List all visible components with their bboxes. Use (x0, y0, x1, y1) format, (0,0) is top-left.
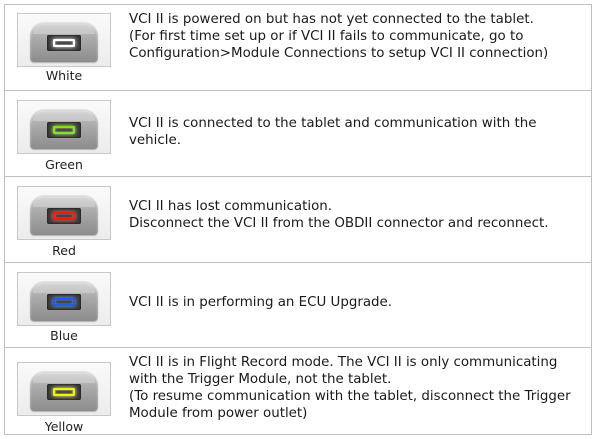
description-line: VCI II is in Flight Record mode. The VCI… (129, 355, 558, 370)
status-row-blue: Blue VCI II is in performing an ECU Upgr… (5, 263, 591, 348)
description-line: Module from power outlet) (129, 406, 308, 421)
description-line: vehicle. (129, 133, 181, 148)
led-indicator-yellow (53, 388, 75, 396)
led-window (47, 294, 81, 310)
vci-device-image-red (17, 186, 111, 240)
description-line: VCI II is connected to the tablet and co… (129, 116, 537, 131)
vci-device-icon (30, 195, 98, 235)
description-line: (For first time set up or if VCI II fail… (129, 29, 524, 44)
led-window (47, 384, 81, 400)
description-line: VCI II has lost communication. (129, 199, 333, 214)
led-status-table: White VCI II is powered on but has not y… (4, 4, 592, 435)
status-description: VCI II is in Flight Record mode. The VCI… (129, 354, 585, 422)
led-color-caption: Red (52, 243, 76, 258)
description-line: Configuration>Module Connections to setu… (129, 46, 549, 61)
status-row-green: Green VCI II is connected to the tablet … (5, 91, 591, 177)
led-indicator-white (53, 39, 75, 47)
led-color-caption: Yellow (44, 419, 84, 434)
vci-device-image-yellow (17, 362, 111, 416)
description-line: with the Trigger Module, not the tablet. (129, 372, 392, 387)
status-description: VCI II is powered on but has not yet con… (129, 11, 585, 62)
vci-device-icon (30, 22, 98, 62)
description-line: VCI II is in performing an ECU Upgrade. (129, 295, 393, 310)
status-row-white: White VCI II is powered on but has not y… (5, 5, 591, 91)
description-line: VCI II is powered on but has not yet con… (129, 12, 534, 27)
led-indicator-red (53, 212, 75, 220)
status-description: VCI II is connected to the tablet and co… (129, 115, 585, 149)
led-color-caption: Green (45, 157, 83, 172)
led-indicator-blue (53, 298, 75, 306)
vci-device-icon (30, 109, 98, 149)
description-line: (To resume communication with the tablet… (129, 389, 571, 404)
vci-device-icon (30, 281, 98, 321)
led-color-caption: Blue (50, 328, 78, 343)
vci-device-icon (30, 371, 98, 411)
status-row-yellow: Yellow VCI II is in Flight Record mode. … (5, 348, 591, 434)
led-window (47, 208, 81, 224)
description-line: Disconnect the VCI II from the OBDII con… (129, 216, 549, 231)
status-description: VCI II is in performing an ECU Upgrade. (129, 294, 585, 311)
vci-device-image-blue (17, 272, 111, 326)
led-window (47, 35, 81, 51)
status-description: VCI II has lost communication. Disconnec… (129, 198, 585, 232)
vci-device-image-white (17, 13, 111, 67)
led-window (47, 122, 81, 138)
led-indicator-green (53, 126, 75, 134)
status-row-red: Red VCI II has lost communication. Disco… (5, 177, 591, 263)
led-color-caption: White (45, 68, 83, 83)
vci-device-image-green (17, 100, 111, 154)
